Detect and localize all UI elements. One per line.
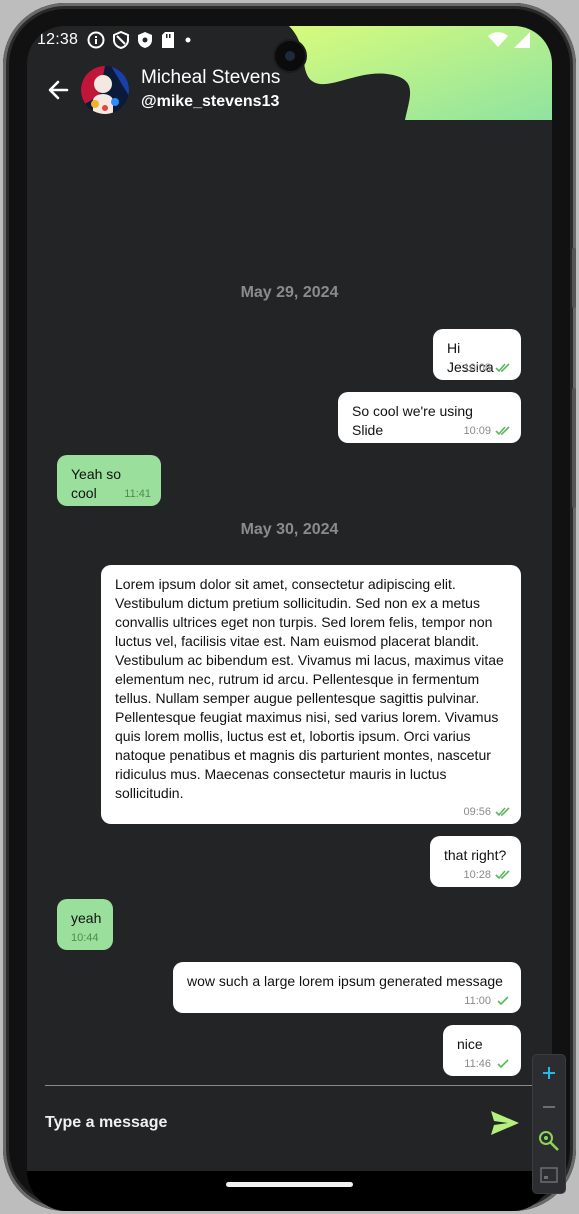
date-separator: May 30, 2024 bbox=[240, 521, 339, 538]
message-time: 11:46 bbox=[464, 1058, 491, 1070]
message-time: 10:08 bbox=[463, 362, 491, 374]
check-icon bbox=[497, 996, 509, 1006]
bottom-bezel bbox=[27, 1171, 552, 1211]
system-status-icons bbox=[488, 32, 530, 48]
home-indicator[interactable] bbox=[226, 1182, 353, 1187]
contact-handle: @mike_stevens13 bbox=[141, 93, 280, 110]
double-check-icon bbox=[495, 363, 510, 373]
message-bubble[interactable]: wow such a large lorem ipsum generated m… bbox=[173, 962, 521, 1013]
message-text: yeah bbox=[71, 910, 102, 926]
message-time: 11:41 bbox=[124, 488, 151, 500]
composer-divider bbox=[45, 1085, 534, 1086]
arrow-left-icon[interactable] bbox=[45, 76, 73, 104]
date-separator: May 29, 2024 bbox=[240, 284, 339, 301]
message-time: 10:09 bbox=[463, 425, 491, 437]
power-button bbox=[572, 388, 576, 508]
message-time: 10:44 bbox=[71, 932, 99, 944]
message-bubble[interactable]: that right? 10:28 bbox=[430, 836, 521, 887]
send-icon[interactable] bbox=[490, 1110, 520, 1136]
double-check-icon bbox=[495, 870, 510, 880]
chat-screen: 12:38 Micheal Stevens @mike_stevens13 Ma… bbox=[27, 26, 552, 1171]
zoom-in-icon[interactable] bbox=[533, 1058, 565, 1088]
double-check-icon bbox=[495, 426, 510, 436]
message-bubble[interactable]: So cool we're using Slide 10:09 bbox=[338, 392, 521, 443]
sd-card-icon bbox=[162, 32, 174, 48]
shield-icon bbox=[138, 32, 152, 48]
info-icon bbox=[87, 31, 105, 49]
zoom-controls bbox=[533, 1055, 565, 1193]
volume-button bbox=[572, 248, 576, 308]
message-time: 11:00 bbox=[464, 995, 491, 1007]
contact-name: Micheal Stevens bbox=[141, 67, 281, 88]
message-input[interactable]: Type a message bbox=[45, 1114, 167, 1132]
wifi-icon bbox=[488, 32, 508, 47]
shield-outline-icon bbox=[113, 31, 129, 49]
message-bubble[interactable]: yeah 10:44 bbox=[57, 899, 113, 950]
zoom-out-icon[interactable] bbox=[533, 1092, 565, 1122]
notification-icons bbox=[87, 31, 193, 49]
avatar-image bbox=[81, 66, 129, 114]
message-text: wow such a large lorem ipsum generated m… bbox=[187, 973, 503, 989]
check-icon bbox=[497, 1059, 509, 1069]
message-text: that right? bbox=[444, 847, 507, 863]
status-time: 12:38 bbox=[37, 31, 79, 48]
message-bubble[interactable]: Yeah so cool 11:41 bbox=[57, 455, 161, 506]
signal-icon bbox=[514, 32, 530, 48]
message-time: 09:56 bbox=[463, 806, 491, 818]
message-bubble[interactable]: nice 11:46 bbox=[443, 1025, 521, 1076]
message-time: 10:28 bbox=[463, 869, 491, 881]
message-text: Lorem ipsum dolor sit amet, consectetur … bbox=[115, 576, 504, 801]
zoom-reset-icon[interactable] bbox=[533, 1126, 565, 1156]
message-bubble[interactable]: Hi Jessica 10:08 bbox=[433, 329, 521, 380]
dot-icon bbox=[185, 37, 191, 43]
message-bubble[interactable]: Lorem ipsum dolor sit amet, consectetur … bbox=[101, 565, 521, 824]
avatar[interactable] bbox=[81, 66, 129, 114]
double-check-icon bbox=[495, 807, 510, 817]
message-text: nice bbox=[457, 1036, 483, 1052]
fit-screen-icon[interactable] bbox=[533, 1160, 565, 1190]
chat-header: Micheal Stevens @mike_stevens13 bbox=[27, 66, 552, 116]
